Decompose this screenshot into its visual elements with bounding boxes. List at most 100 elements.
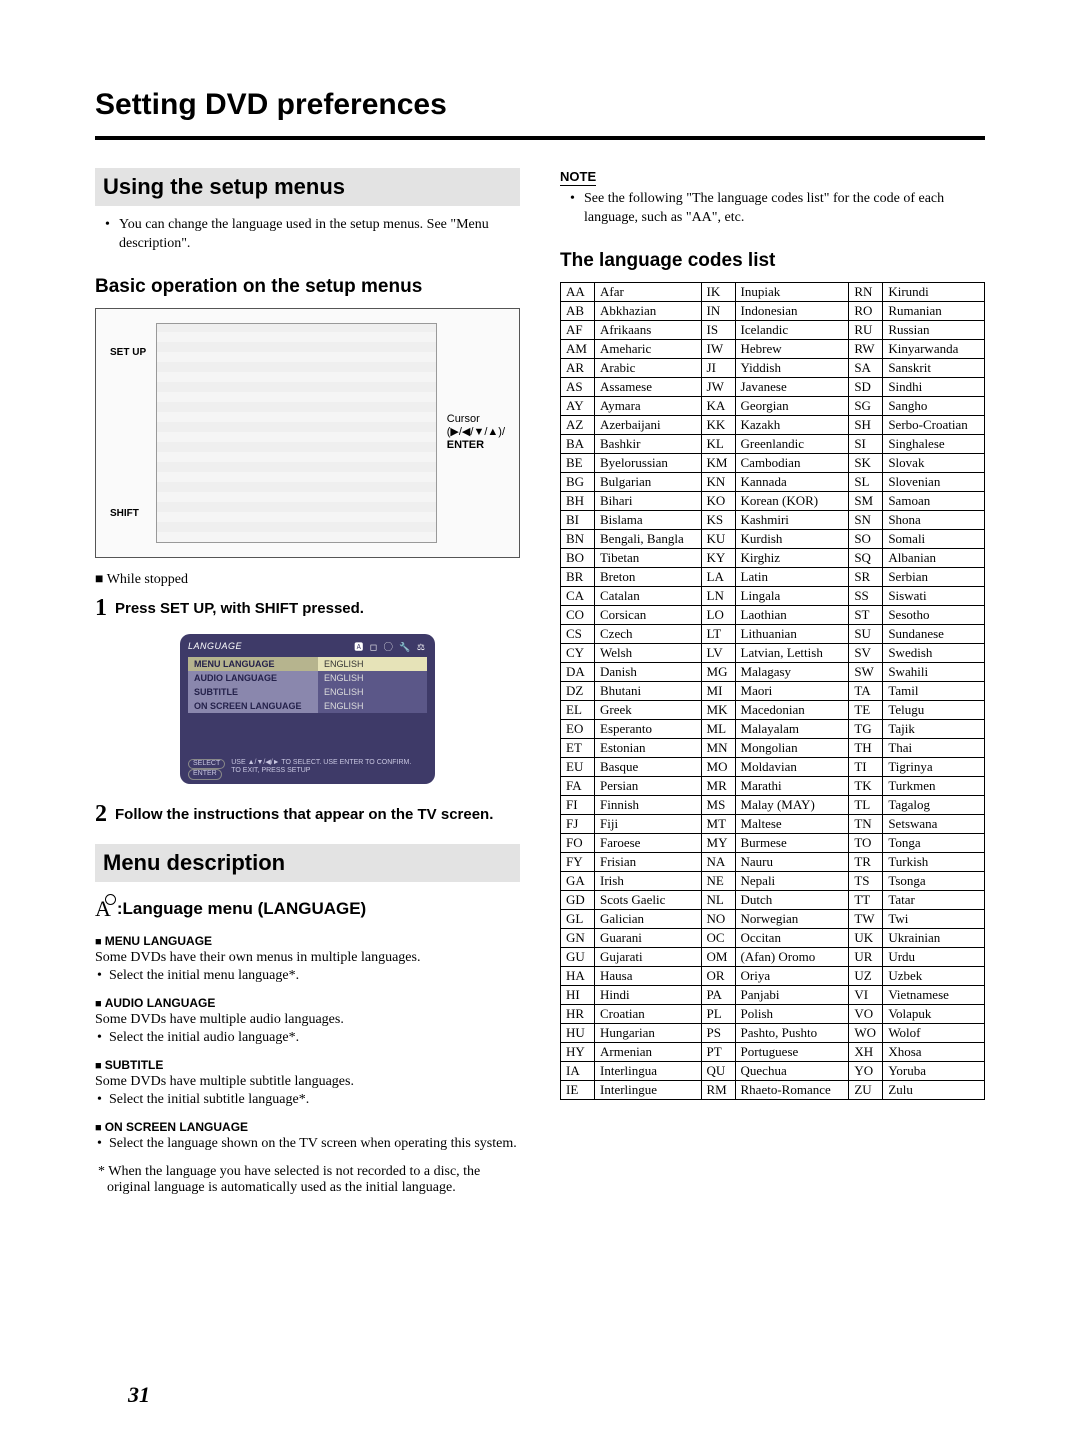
lang-code: BA bbox=[561, 434, 595, 453]
lang-name: Bhutani bbox=[595, 681, 702, 700]
lang-code: SV bbox=[849, 643, 883, 662]
lang-code: CS bbox=[561, 624, 595, 643]
lang-code: WO bbox=[849, 1023, 883, 1042]
table-row: FJFijiMTMalteseTNSetswana bbox=[561, 814, 985, 833]
lang-name: Bislama bbox=[595, 510, 702, 529]
lang-code: PA bbox=[701, 985, 735, 1004]
lang-code: ML bbox=[701, 719, 735, 738]
lang-name: Guarani bbox=[595, 928, 702, 947]
table-row: FYFrisianNANauruTRTurkish bbox=[561, 852, 985, 871]
lang-name: Basque bbox=[595, 757, 702, 776]
language-codes-table: AAAfarIKInupiakRNKirundiABAbkhazianINInd… bbox=[560, 282, 985, 1100]
lang-code: SU bbox=[849, 624, 883, 643]
table-row: GNGuaraniOCOccitanUKUkrainian bbox=[561, 928, 985, 947]
table-row: AMAmeharicIWHebrewRWKinyarwanda bbox=[561, 339, 985, 358]
lang-code: FI bbox=[561, 795, 595, 814]
lang-name: Czech bbox=[595, 624, 702, 643]
osd-row-label: ON SCREEN LANGUAGE bbox=[188, 699, 318, 713]
lang-name: Inupiak bbox=[735, 282, 849, 301]
page-number: 31 bbox=[128, 1382, 150, 1408]
lang-name: Irish bbox=[595, 871, 702, 890]
lang-code: AF bbox=[561, 320, 595, 339]
lang-name: (Afan) Oromo bbox=[735, 947, 849, 966]
lang-code: HY bbox=[561, 1042, 595, 1061]
lang-code: TN bbox=[849, 814, 883, 833]
lang-name: Russian bbox=[883, 320, 985, 339]
lang-code: TA bbox=[849, 681, 883, 700]
lang-code: RO bbox=[849, 301, 883, 320]
lang-name: Rumanian bbox=[883, 301, 985, 320]
lang-code: KU bbox=[701, 529, 735, 548]
osd-row: AUDIO LANGUAGEENGLISH bbox=[188, 671, 427, 685]
lang-code: SH bbox=[849, 415, 883, 434]
lang-code: CA bbox=[561, 586, 595, 605]
lang-name: Yoruba bbox=[883, 1061, 985, 1080]
lang-name: Byelorussian bbox=[595, 453, 702, 472]
osd-row: MENU LANGUAGEENGLISH bbox=[188, 657, 427, 671]
lang-name: Tajik bbox=[883, 719, 985, 738]
table-row: BIBislamaKSKashmiriSNShona bbox=[561, 510, 985, 529]
lang-name: Arabic bbox=[595, 358, 702, 377]
lang-name: Ameharic bbox=[595, 339, 702, 358]
table-row: IAInterlinguaQUQuechuaYOYoruba bbox=[561, 1061, 985, 1080]
lang-code: KN bbox=[701, 472, 735, 491]
setup-menu-note: You can change the language used in the … bbox=[105, 216, 520, 254]
table-row: ELGreekMKMacedonianTETelugu bbox=[561, 700, 985, 719]
lang-name: Armenian bbox=[595, 1042, 702, 1061]
lang-code: VO bbox=[849, 1004, 883, 1023]
step-1-text: Press SET UP, with SHIFT pressed. bbox=[115, 596, 364, 617]
lang-code: IS bbox=[701, 320, 735, 339]
table-row: CYWelshLVLatvian, LettishSVSwedish bbox=[561, 643, 985, 662]
lang-code: LA bbox=[701, 567, 735, 586]
table-row: EOEsperantoMLMalayalamTGTajik bbox=[561, 719, 985, 738]
lang-code: AM bbox=[561, 339, 595, 358]
lang-code: AB bbox=[561, 301, 595, 320]
lang-code: OR bbox=[701, 966, 735, 985]
section-menu-description: Menu description bbox=[95, 844, 520, 882]
lang-name: Hungarian bbox=[595, 1023, 702, 1042]
lang-code: NL bbox=[701, 890, 735, 909]
lang-name: Tsonga bbox=[883, 871, 985, 890]
lang-name: Icelandic bbox=[735, 320, 849, 339]
lang-code: TL bbox=[849, 795, 883, 814]
lang-name: Hebrew bbox=[735, 339, 849, 358]
lang-name: Yiddish bbox=[735, 358, 849, 377]
lang-code: TI bbox=[849, 757, 883, 776]
lang-code: KO bbox=[701, 491, 735, 510]
lang-code: MO bbox=[701, 757, 735, 776]
lang-name: Turkmen bbox=[883, 776, 985, 795]
lang-name: Samoan bbox=[883, 491, 985, 510]
lang-code: HA bbox=[561, 966, 595, 985]
lang-name: Interlingue bbox=[595, 1080, 702, 1099]
lang-code: SQ bbox=[849, 548, 883, 567]
remote-label-cursor-keys: (▶/◀/▼/▲)/ bbox=[447, 426, 505, 439]
table-row: HIHindiPAPanjabiVIVietnamese bbox=[561, 985, 985, 1004]
table-row: HRCroatianPLPolishVOVolapuk bbox=[561, 1004, 985, 1023]
table-row: GAIrishNENepaliTSTsonga bbox=[561, 871, 985, 890]
language-codes-heading: The language codes list bbox=[560, 250, 985, 272]
lang-code: BG bbox=[561, 472, 595, 491]
lang-code: AS bbox=[561, 377, 595, 396]
lang-name: Hindi bbox=[595, 985, 702, 1004]
lang-name: Abkhazian bbox=[595, 301, 702, 320]
lang-name: Gujarati bbox=[595, 947, 702, 966]
lang-name: Oriya bbox=[735, 966, 849, 985]
osd-footer-hint2: TO EXIT, PRESS SETUP bbox=[231, 767, 411, 775]
lang-name: Azerbaijani bbox=[595, 415, 702, 434]
osd-row-label: MENU LANGUAGE bbox=[188, 657, 318, 671]
lang-code: BH bbox=[561, 491, 595, 510]
lang-code: AR bbox=[561, 358, 595, 377]
remote-diagram: SET UP SHIFT Cursor (▶/◀/▼/▲)/ ENTER bbox=[95, 308, 520, 558]
lang-name: Faroese bbox=[595, 833, 702, 852]
section-using-setup-menus: Using the setup menus bbox=[95, 168, 520, 206]
lang-code: TE bbox=[849, 700, 883, 719]
table-row: AAAfarIKInupiakRNKirundi bbox=[561, 282, 985, 301]
osd-row: ON SCREEN LANGUAGEENGLISH bbox=[188, 699, 427, 713]
lang-name: Bashkir bbox=[595, 434, 702, 453]
lang-name: Slovak bbox=[883, 453, 985, 472]
lang-name: Polish bbox=[735, 1004, 849, 1023]
lang-code: IA bbox=[561, 1061, 595, 1080]
lang-code: ET bbox=[561, 738, 595, 757]
osd-tab-icons: 🅰 ◻ ◯ 🔧 ⚖ bbox=[354, 640, 427, 653]
left-column: Using the setup menus You can change the… bbox=[95, 168, 520, 1196]
